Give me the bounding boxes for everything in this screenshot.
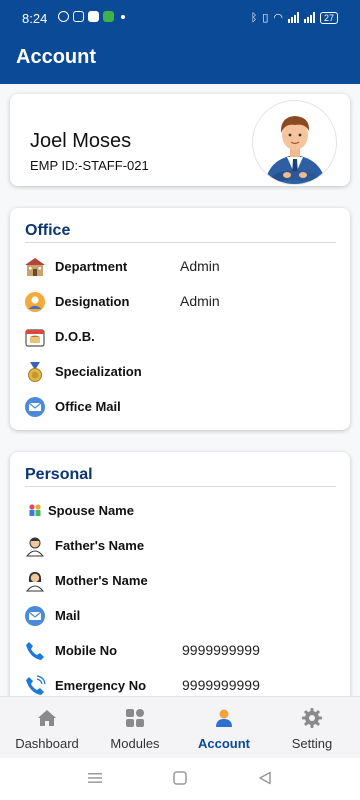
- recents-menu-icon[interactable]: [88, 772, 102, 784]
- grid-icon: [126, 709, 144, 727]
- mother-icon: [25, 572, 45, 592]
- person-icon: [25, 292, 45, 312]
- phone-icon: [26, 642, 44, 660]
- status-time: 8:24: [22, 11, 48, 26]
- office-section-title: Office: [25, 222, 71, 239]
- personal-row-spouse: Spouse Name: [24, 498, 344, 524]
- medal-icon: [28, 362, 42, 382]
- mothers-name-label: Mother's Name: [55, 573, 148, 588]
- mobile-no-value: 9999999999: [182, 642, 260, 658]
- vibrate-icon: ▯: [262, 12, 269, 24]
- office-row-department: Department Admin: [24, 254, 344, 280]
- nav-modules[interactable]: Modules: [90, 697, 180, 759]
- bottom-nav: Dashboard Modules Account Setting: [0, 696, 360, 758]
- emergency-no-value: 9999999999: [182, 677, 260, 693]
- specialization-label: Specialization: [55, 364, 142, 379]
- office-row-specialization: Specialization: [24, 359, 344, 385]
- personal-card: Personal Spouse Name Father's Name Mothe…: [10, 452, 350, 696]
- app-bar: Account: [0, 36, 360, 84]
- mail-label: Mail: [55, 608, 81, 623]
- message-notification-icon: [103, 11, 114, 22]
- avatar-illustration-icon: [265, 116, 326, 184]
- personal-row-mother: Mother's Name: [24, 568, 344, 594]
- whatsapp-icon: [58, 11, 69, 22]
- nav-account-label: Account: [198, 736, 250, 751]
- emergency-phone-icon: [26, 675, 46, 695]
- personal-row-father: Father's Name: [24, 533, 344, 559]
- bluetooth-icon: ᛒ: [250, 11, 258, 24]
- office-card: Office Department Admin Designation Admi…: [10, 208, 350, 430]
- employee-id: EMP ID:-STAFF-021: [30, 158, 149, 173]
- profile-card: Joel Moses EMP ID:-STAFF-021: [10, 94, 350, 186]
- personal-row-emergency: Emergency No 9999999999: [24, 673, 344, 696]
- profile-name: Joel Moses: [30, 130, 132, 152]
- designation-label: Designation: [55, 294, 130, 309]
- notification-icons: [58, 11, 125, 22]
- nav-setting-label: Setting: [291, 736, 333, 751]
- battery-icon: 27: [319, 11, 338, 24]
- department-label: Department: [55, 259, 128, 274]
- app-notification-icon: [88, 11, 99, 22]
- home-button-icon[interactable]: [173, 771, 187, 785]
- signal-icon-2: [303, 12, 315, 23]
- personal-row-mail: Mail: [24, 603, 344, 629]
- emergency-no-label: Emergency No: [55, 678, 147, 693]
- office-mail-label: Office Mail: [55, 399, 121, 414]
- account-icon: [216, 709, 232, 727]
- spouse-name-label: Spouse Name: [48, 503, 134, 518]
- personal-section-title: Personal: [25, 466, 93, 483]
- nav-account[interactable]: Account: [179, 697, 269, 759]
- signal-icon: [287, 12, 299, 23]
- home-icon: [38, 710, 56, 726]
- avatar[interactable]: [252, 100, 337, 185]
- system-nav-bar: [0, 758, 360, 800]
- dob-label: D.O.B.: [55, 329, 95, 344]
- account-content[interactable]: Joel Moses EMP ID:-STAFF-021 Office Depa…: [0, 84, 360, 696]
- department-value: Admin: [180, 258, 220, 274]
- wifi-icon: ◠: [273, 12, 283, 24]
- designation-value: Admin: [180, 293, 220, 309]
- gear-icon: [302, 708, 322, 728]
- system-icons: ᛒ ▯ ◠ 27: [251, 11, 338, 24]
- status-bar: 8:24 ᛒ ▯ ◠ 27: [0, 0, 360, 36]
- office-row-designation: Designation Admin: [24, 289, 344, 315]
- building-icon: [25, 258, 45, 276]
- more-notifications-dot: [121, 14, 125, 19]
- nav-dashboard-label: Dashboard: [15, 736, 79, 751]
- father-icon: [25, 537, 45, 557]
- nav-modules-label: Modules: [110, 736, 160, 751]
- office-row-dob: D.O.B.: [24, 324, 344, 350]
- page-title: Account: [16, 46, 96, 68]
- office-row-mail: Office Mail: [24, 394, 344, 420]
- back-button-icon[interactable]: [258, 771, 272, 785]
- mail-icon: [25, 606, 45, 626]
- personal-row-mobile: Mobile No 9999999999: [24, 638, 344, 664]
- section-divider: [25, 486, 336, 487]
- section-divider: [25, 242, 336, 243]
- nav-setting[interactable]: Setting: [267, 697, 357, 759]
- nav-dashboard[interactable]: Dashboard: [2, 697, 92, 759]
- family-icon: [29, 504, 41, 516]
- mobile-no-label: Mobile No: [55, 643, 118, 658]
- instagram-icon: [73, 11, 84, 22]
- calendar-icon: [25, 329, 45, 347]
- fathers-name-label: Father's Name: [55, 538, 145, 553]
- mail-icon: [25, 397, 45, 417]
